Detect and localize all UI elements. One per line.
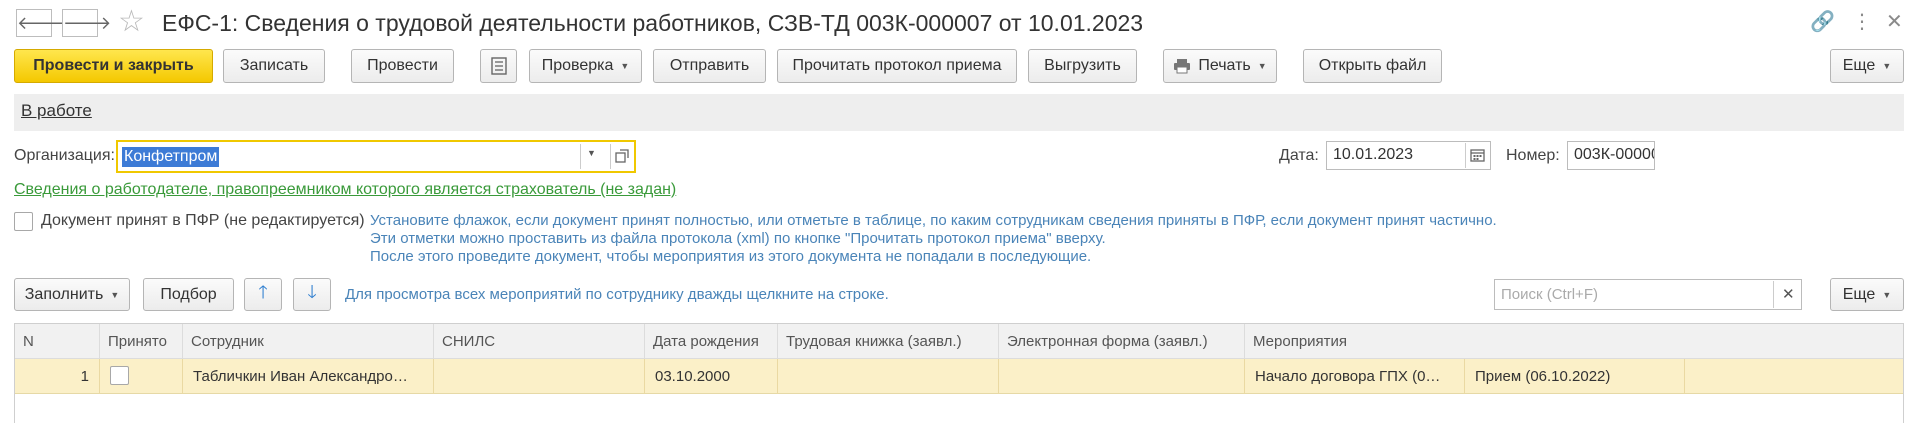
table-hint: Для просмотра всех мероприятий по сотруд… <box>345 286 889 303</box>
chevron-down-icon: ▼ <box>1882 289 1892 300</box>
chevron-down-icon: ▼ <box>1882 61 1892 71</box>
read-protocol-button[interactable]: Прочитать протокол приема <box>777 49 1017 83</box>
fill-dropdown-button[interactable]: Заполнить ▼ <box>14 278 130 311</box>
accepted-hint: Установите флажок, если документ принят … <box>370 212 1497 266</box>
table-more-dropdown-button[interactable]: Еще ▼ <box>1830 278 1904 311</box>
cell-electronic-form <box>999 359 1245 394</box>
column-events[interactable]: Мероприятия <box>1245 324 1903 359</box>
export-button[interactable]: Выгрузить <box>1028 49 1137 83</box>
cell-work-book <box>778 359 999 394</box>
table-row[interactable]: 1 Табличкин Иван Александро… 03.10.2000 … <box>15 359 1903 394</box>
more-label: Еще <box>1842 57 1876 74</box>
status-link[interactable]: В работе <box>21 101 92 121</box>
column-snils[interactable]: СНИЛС <box>434 324 645 359</box>
check-label: Проверка <box>541 57 614 74</box>
cell-event: Прием (06.10.2022) <box>1465 359 1685 394</box>
field-divider <box>1773 281 1774 308</box>
organization-label: Организация: <box>14 147 115 164</box>
send-button[interactable]: Отправить <box>653 49 766 83</box>
column-employee[interactable]: Сотрудник <box>183 324 434 359</box>
clear-search-icon[interactable]: ✕ <box>1782 285 1795 303</box>
send-label: Отправить <box>669 57 750 74</box>
accepted-in-pfr-label: Документ принят в ПФР (не редактируется) <box>41 212 365 229</box>
date-label: Дата: <box>1279 147 1319 164</box>
calendar-icon[interactable] <box>1470 148 1485 162</box>
forward-button[interactable]: 🡒 <box>62 9 111 37</box>
check-dropdown-button[interactable]: Проверка ▼ <box>529 49 642 83</box>
select-label: Подбор <box>160 285 217 303</box>
cell-birth-date: 03.10.2000 <box>645 359 778 394</box>
field-divider <box>1465 143 1466 168</box>
arrow-left-icon: 🡐 <box>17 13 66 33</box>
post-label: Провести <box>367 57 438 74</box>
list-icon <box>490 57 507 75</box>
date-field[interactable]: 10.01.2023 <box>1326 141 1491 170</box>
select-button[interactable]: Подбор <box>143 278 234 311</box>
print-label: Печать <box>1198 57 1251 74</box>
arrow-right-icon: 🡒 <box>63 13 112 33</box>
column-accepted[interactable]: Принято <box>100 324 183 359</box>
column-electronic-form[interactable]: Электронная форма (заявл.) <box>999 324 1245 359</box>
table-more-label: Еще <box>1842 285 1876 303</box>
open-copy-icon[interactable] <box>615 149 629 163</box>
chevron-down-icon: ▼ <box>1257 61 1267 71</box>
number-label: Номер: <box>1506 147 1560 164</box>
cell-snils <box>434 359 645 394</box>
search-placeholder: Поиск (Ctrl+F) <box>1501 286 1598 303</box>
organization-field[interactable]: Конфетпром ▼ <box>116 140 636 173</box>
more-icon[interactable]: ⋮ <box>1852 10 1872 34</box>
move-down-button[interactable]: 🡓 <box>293 278 331 311</box>
cell-n: 1 <box>15 359 100 394</box>
column-birth-date[interactable]: Дата рождения <box>645 324 778 359</box>
search-input[interactable]: Поиск (Ctrl+F) ✕ <box>1494 279 1802 310</box>
export-label: Выгрузить <box>1044 57 1121 74</box>
more-dropdown-button[interactable]: Еще ▼ <box>1830 49 1904 83</box>
open-file-label: Открыть файл <box>1318 57 1427 74</box>
post-and-close-button[interactable]: Провести и закрыть <box>14 49 213 83</box>
accepted-in-pfr-checkbox[interactable] <box>14 212 33 231</box>
column-work-book[interactable]: Трудовая книжка (заявл.) <box>778 324 999 359</box>
field-divider <box>610 144 611 169</box>
fill-label: Заполнить <box>24 285 104 303</box>
cell-event: Начало договора ГПХ (0… <box>1245 359 1465 394</box>
cell-accepted <box>100 359 183 394</box>
number-field[interactable]: 003К-000007 <box>1567 141 1655 170</box>
close-icon[interactable]: ✕ <box>1886 10 1903 34</box>
column-n[interactable]: N <box>15 324 100 359</box>
printer-icon <box>1174 59 1191 74</box>
status-strip <box>14 94 1904 131</box>
save-label: Записать <box>239 57 309 74</box>
cell-employee: Табличкин Иван Александро… <box>183 359 434 394</box>
number-value: 003К-000007 <box>1574 146 1654 163</box>
link-icon[interactable]: 🔗 <box>1810 10 1835 34</box>
table-header: N Принято Сотрудник СНИЛС Дата рождения … <box>15 324 1903 359</box>
organization-value: Конфетпром <box>122 147 220 167</box>
favorite-star-icon[interactable]: ☆ <box>118 6 145 38</box>
open-file-button[interactable]: Открыть файл <box>1303 49 1442 83</box>
row-accepted-checkbox[interactable] <box>110 366 129 385</box>
print-dropdown-button[interactable]: Печать ▼ <box>1163 49 1277 83</box>
cell-event-empty <box>1685 359 1903 394</box>
page-title: ЕФС-1: Сведения о трудовой деятельности … <box>162 10 1144 36</box>
chevron-down-icon: ▼ <box>620 61 630 71</box>
employees-table: N Принято Сотрудник СНИЛС Дата рождения … <box>14 323 1904 423</box>
hint-line: Установите флажок, если документ принят … <box>370 212 1497 229</box>
hint-line: Эти отметки можно проставить из файла пр… <box>370 230 1106 247</box>
read-protocol-label: Прочитать протокол приема <box>792 57 1002 74</box>
employer-successor-link[interactable]: Сведения о работодателе, правопреемником… <box>14 181 676 199</box>
save-button[interactable]: Записать <box>223 49 325 83</box>
list-button[interactable] <box>480 49 517 83</box>
arrow-up-icon: 🡑 <box>258 281 268 302</box>
post-button[interactable]: Провести <box>351 49 454 83</box>
date-value: 10.01.2023 <box>1333 146 1414 163</box>
post-and-close-label: Провести и закрыть <box>33 57 194 74</box>
hint-line: После этого проведите документ, чтобы ме… <box>370 248 1092 265</box>
chevron-down-icon[interactable]: ▼ <box>587 148 596 158</box>
arrow-down-icon: 🡓 <box>307 281 317 302</box>
field-divider <box>580 144 581 169</box>
back-button[interactable]: 🡐 <box>16 9 65 37</box>
move-up-button[interactable]: 🡑 <box>244 278 282 311</box>
chevron-down-icon: ▼ <box>110 289 120 300</box>
